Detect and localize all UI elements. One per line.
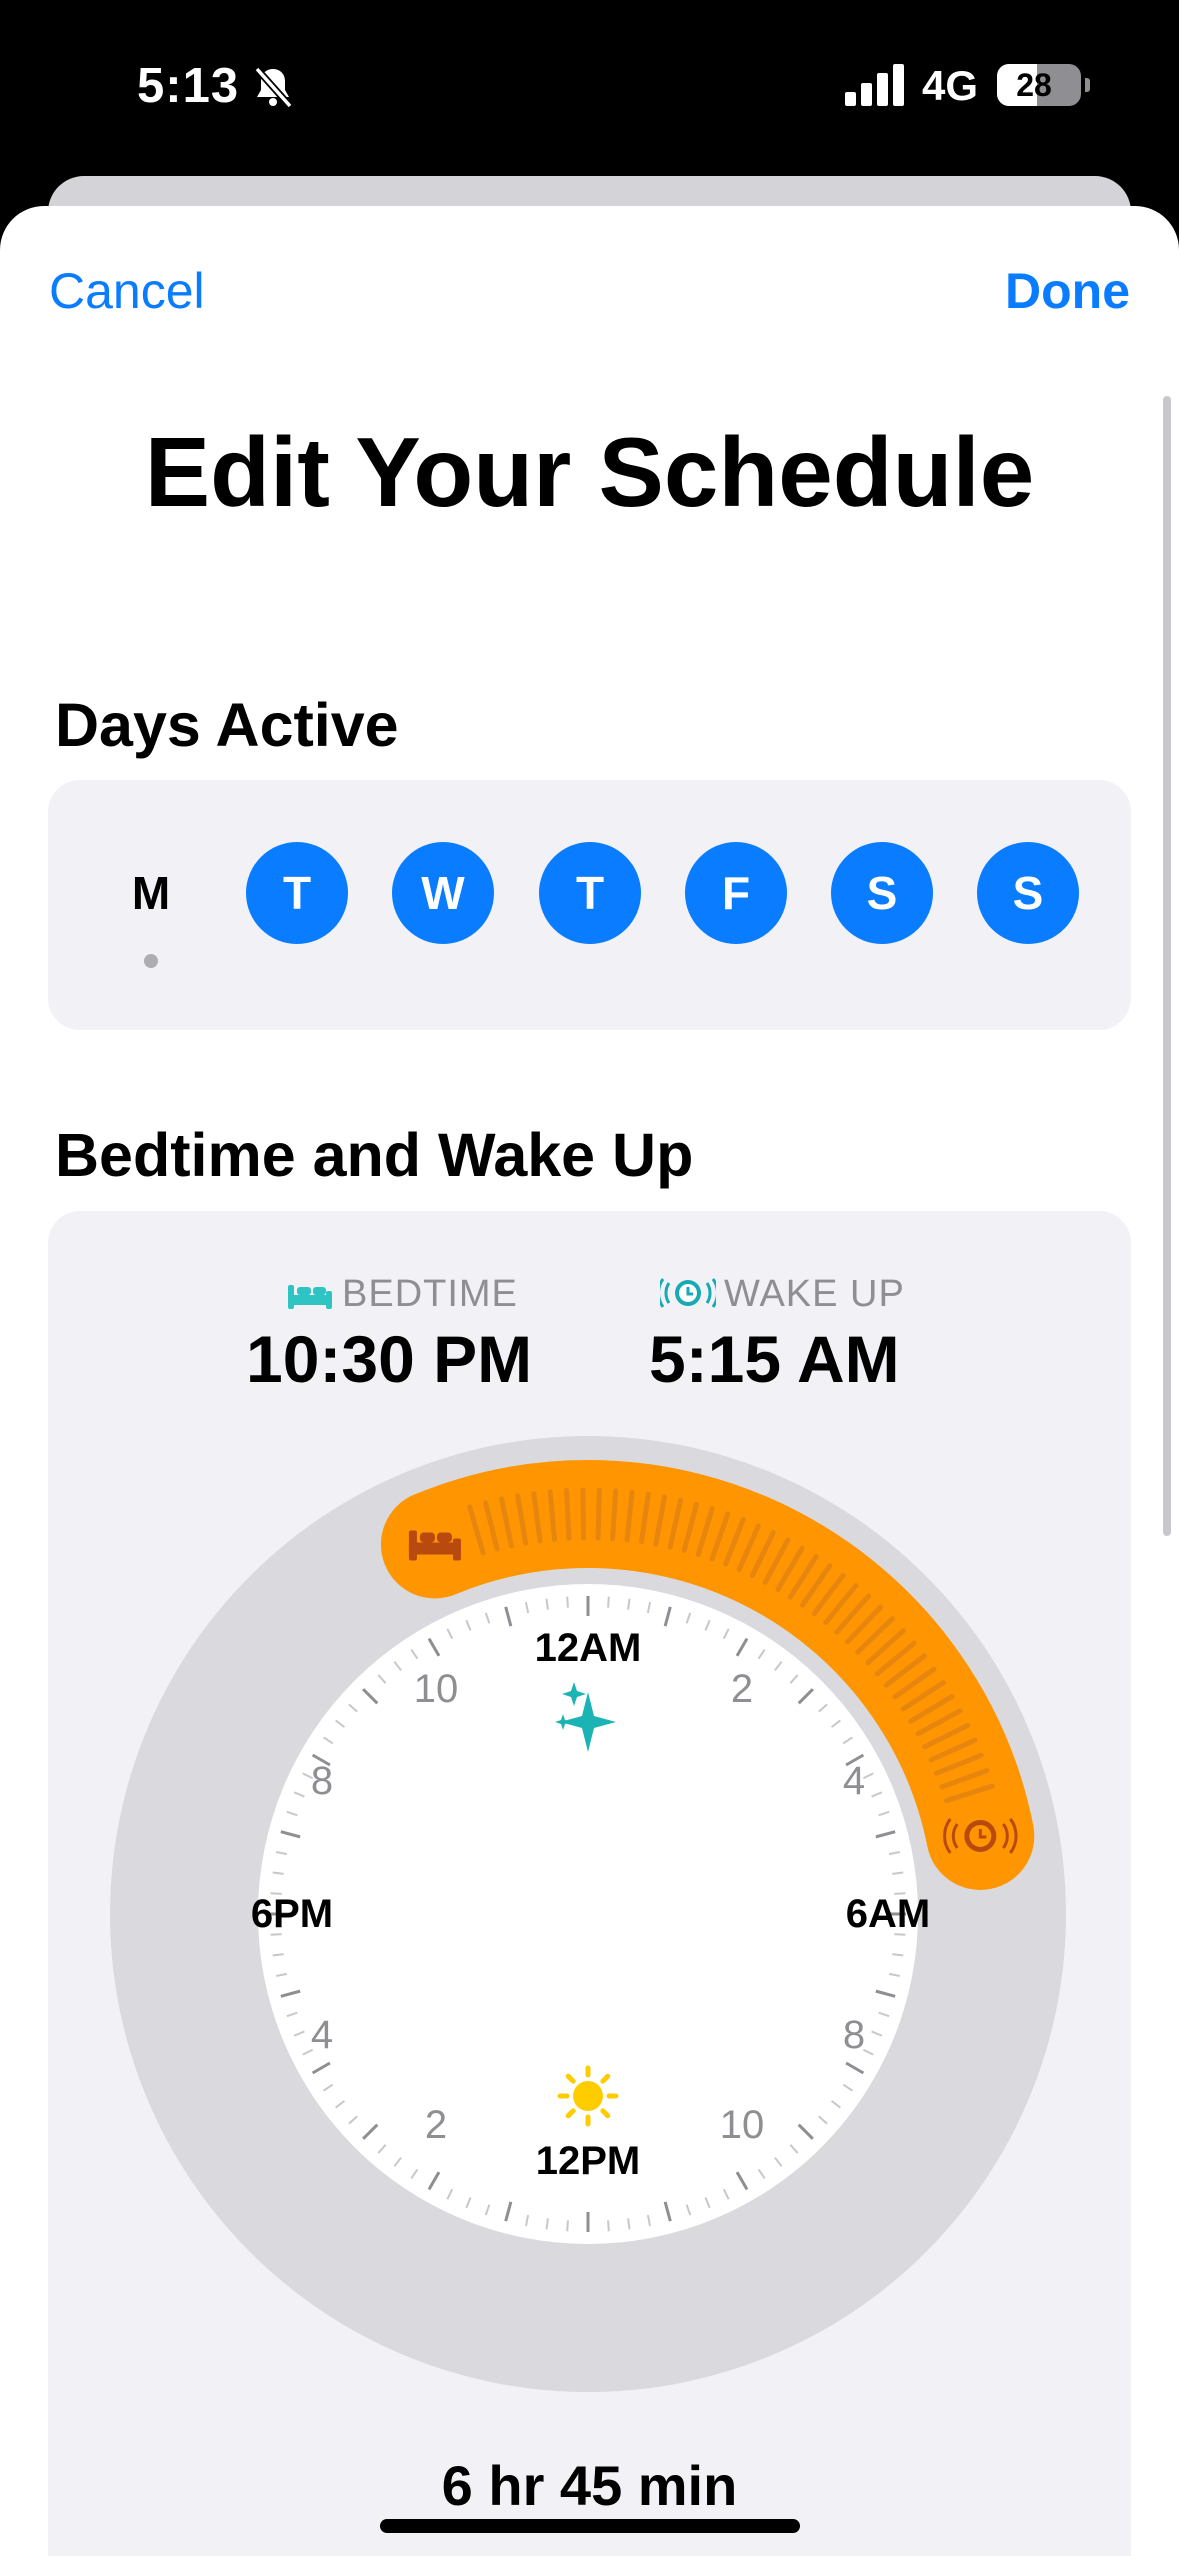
bedtime-value[interactable]: 10:30 PM (246, 1321, 532, 1397)
clock-label-10: 10 (720, 2103, 765, 2147)
wake-label: WAKE UP (656, 1273, 905, 1316)
scrollbar[interactable] (1163, 396, 1171, 1536)
wake-value[interactable]: 5:15 AM (649, 1321, 900, 1397)
clock-label-8: 8 (843, 2013, 865, 2057)
battery-level: 28 (1016, 67, 1052, 103)
bedtime-wake-heading: Bedtime and Wake Up (55, 1121, 694, 1189)
alarm-icon (656, 1278, 720, 1308)
sleep-clock-dial[interactable]: 12AM 2 4 6AM 8 10 12PM 2 4 6PM 8 10 (108, 1434, 1068, 2394)
day-toggle-sunday[interactable]: S (977, 842, 1079, 944)
day-toggle-tuesday[interactable]: T (246, 842, 348, 944)
wake-label-text: WAKE UP (724, 1273, 905, 1315)
status-time: 5:13 (137, 59, 240, 113)
clock-label-2: 2 (731, 1667, 753, 1711)
edit-schedule-sheet: Cancel Done Edit Your Schedule Days Acti… (0, 206, 1179, 2556)
day-toggle-thursday[interactable]: T (539, 842, 641, 944)
day-toggle-friday[interactable]: F (685, 842, 787, 944)
bed-icon (288, 1285, 332, 1309)
sun-icon (557, 2065, 619, 2127)
clock-label-12pm: 12PM (536, 2139, 641, 2183)
clock-label-6pm: 6PM (251, 1892, 333, 1936)
home-indicator[interactable] (380, 2519, 800, 2533)
day-indicator-dot (144, 954, 158, 968)
cancel-button[interactable]: Cancel (49, 262, 205, 320)
page-title: Edit Your Schedule (144, 417, 1035, 527)
day-toggle-wednesday[interactable]: W (392, 842, 494, 944)
bedtime-label: BEDTIME (286, 1273, 518, 1316)
bell-slash-icon (254, 66, 293, 109)
clock-label-8-pm: 8 (311, 1759, 333, 1803)
sleep-duration: 6 hr 45 min (441, 2454, 738, 2517)
day-toggle-saturday[interactable]: S (831, 842, 933, 944)
status-bar: 5:13 4G 28 (0, 0, 1179, 175)
clock-label-4-pm: 4 (311, 2013, 333, 2057)
bedtime-label-text: BEDTIME (342, 1273, 518, 1315)
clock-label-6am: 6AM (846, 1892, 930, 1936)
bedtime-wake-card: BEDTIME 10:30 PM WAKE UP 5:15 AM 12AM 2 … (48, 1211, 1131, 2556)
done-button[interactable]: Done (1005, 262, 1130, 320)
network-type: 4G (922, 62, 979, 109)
days-active-card: M T W T F S S (48, 780, 1131, 1030)
day-toggle-monday[interactable]: M (100, 842, 202, 944)
clock-label-4: 4 (843, 1759, 865, 1803)
clock-label-10-pm: 10 (414, 1667, 459, 1711)
clock-label-2-pm: 2 (425, 2103, 447, 2147)
clock-label-12am: 12AM (535, 1626, 642, 1670)
battery-icon: 28 (997, 64, 1090, 106)
signal-icon (845, 64, 904, 106)
days-active-heading: Days Active (55, 691, 399, 759)
